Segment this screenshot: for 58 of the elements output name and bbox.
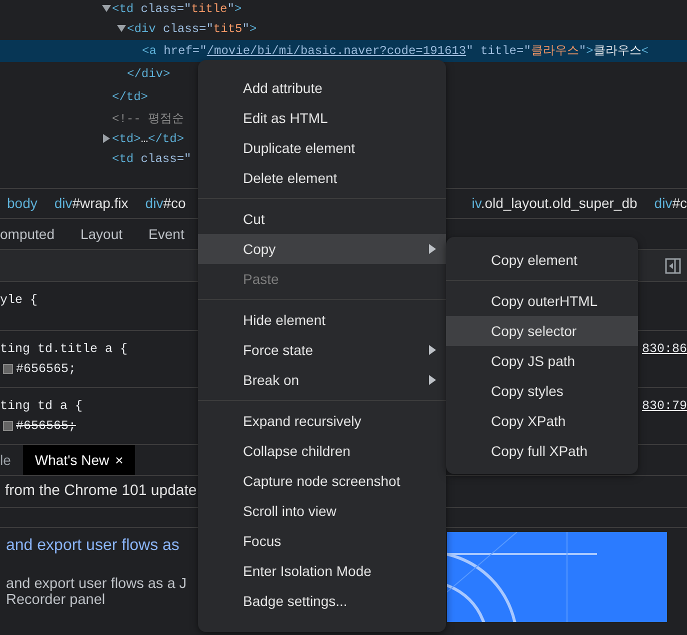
source-link[interactable]: 830:86 [642,339,687,359]
menu-item[interactable]: Scroll into view [198,496,446,526]
css-selector: yle { [0,292,38,309]
menu-item[interactable]: Copy XPath [446,406,638,436]
breadcrumb-item[interactable]: div#c [654,193,687,214]
color-swatch[interactable] [3,421,13,431]
expand-arrow-icon[interactable] [117,24,126,33]
menu-item[interactable]: Capture node screenshot [198,466,446,496]
menu-item[interactable]: Expand recursively [198,406,446,436]
menu-item[interactable]: Copy outerHTML [446,286,638,316]
css-value: #656565; [16,418,76,435]
feature-description: and export user flows as a J [6,576,187,592]
menu-item[interactable]: Hide element [198,305,446,335]
menu-item[interactable]: Break on [198,365,446,395]
update-header: from the Chrome 101 update [5,481,197,502]
css-selector: ting td.title a { [0,341,128,358]
breadcrumb-item[interactable]: div#wrap.fix [54,193,128,214]
source-link[interactable]: 830:79 [642,396,687,416]
menu-item[interactable]: Copy element [446,245,638,275]
expand-arrow-icon[interactable] [102,4,111,13]
menu-item[interactable]: Focus [198,526,446,556]
panel-tab[interactable]: Event [148,224,184,244]
dom-node-line[interactable]: <!-- 평점순 [112,110,188,128]
menu-item[interactable]: Edit as HTML [198,103,446,133]
menu-item[interactable]: Copy selector [446,316,638,346]
dom-node-line[interactable]: </td> [112,87,148,108]
menu-item[interactable]: Cut [198,204,446,234]
dom-node-line[interactable]: <td class="title"> [112,0,246,18]
menu-item[interactable]: Add attribute [198,73,446,103]
css-selector: ting td a { [0,398,83,415]
menu-item[interactable]: Copy styles [446,376,638,406]
dom-node-line[interactable]: <td class=" [112,150,196,168]
feature-description: Recorder panel [6,592,106,608]
breadcrumb-item[interactable]: iv.old_layout.old_super_db [472,193,638,214]
menu-item[interactable]: Duplicate element [198,133,446,163]
dock-sidebar-icon[interactable] [665,258,681,274]
menu-item[interactable]: Copy [198,234,446,264]
menu-item[interactable]: Copy full XPath [446,436,638,466]
menu-item[interactable]: Collapse children [198,436,446,466]
color-swatch[interactable] [3,364,13,374]
dom-node-line[interactable]: <div class="tit5"> [127,20,261,38]
feature-link[interactable]: and export user flows as [6,534,196,558]
drawer-tab[interactable]: What's New × [22,445,136,475]
drawer-tab[interactable]: le [0,445,23,475]
breadcrumb-item[interactable]: body [7,193,38,214]
breadcrumb-item[interactable]: div#co [145,193,186,214]
menu-item[interactable]: Badge settings... [198,586,446,616]
panel-tab[interactable]: Layout [80,224,123,244]
menu-item[interactable]: Delete element [198,163,446,193]
menu-item[interactable]: Enter Isolation Mode [198,556,446,586]
menu-item[interactable]: Force state [198,335,446,365]
dom-node-line[interactable]: <td>…</td> [112,130,188,148]
dom-node-line[interactable]: </div> [127,64,170,85]
menu-item[interactable]: Copy JS path [446,346,638,376]
close-button[interactable]: × [115,450,124,470]
css-value: #656565; [16,361,76,378]
expand-arrow-icon[interactable] [102,134,111,143]
panel-tab[interactable]: omputed [0,224,54,244]
